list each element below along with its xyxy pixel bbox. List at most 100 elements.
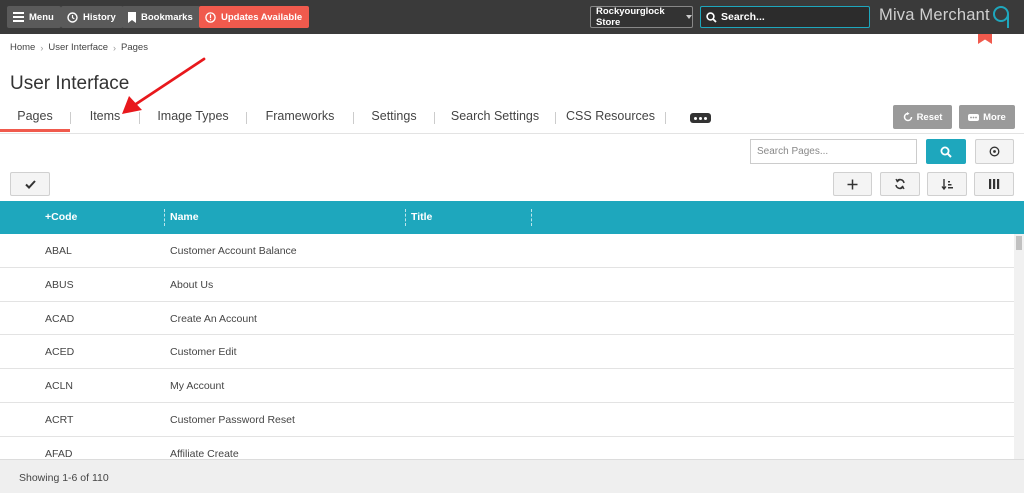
reset-icon — [903, 112, 912, 122]
cell-code: ABAL — [45, 245, 72, 257]
cell-name: Customer Account Balance — [170, 245, 297, 257]
tab-settings[interactable]: Settings — [354, 104, 434, 132]
hamburger-icon — [13, 12, 24, 22]
cell-name: About Us — [170, 278, 214, 291]
chevron-right-icon: › — [113, 42, 117, 53]
tab-label: Image Types — [157, 109, 229, 123]
store-name: Rockyourglock Store — [596, 6, 665, 28]
bookmark-ribbon-icon[interactable] — [978, 34, 992, 44]
miva-nine-logo-icon — [993, 6, 1009, 28]
grid-footer: Showing 1-6 of 110 — [0, 459, 1024, 493]
cell-code: ACED — [45, 346, 75, 359]
search-icon — [706, 11, 717, 23]
cell-code: ACAD — [45, 312, 75, 325]
cell-name: Create An Account — [170, 312, 257, 325]
plus-icon — [847, 179, 858, 189]
tab-label: Frameworks — [265, 109, 335, 123]
miva-logo-text: Miva Merchant — [879, 6, 990, 24]
history-button[interactable]: History — [61, 6, 123, 28]
breadcrumb-user-interface[interactable]: User Interface — [48, 42, 108, 53]
alert-icon — [205, 11, 216, 23]
sort-icon — [941, 179, 953, 190]
cell-code: AFAD — [45, 447, 73, 459]
tab-search-settings[interactable]: Search Settings — [435, 104, 555, 132]
search-pages-input[interactable] — [750, 139, 917, 164]
table-row[interactable]: ACRT Customer Password Reset — [0, 403, 1014, 437]
ellipsis-icon — [968, 113, 980, 121]
column-resize-handle[interactable] — [405, 209, 406, 226]
reset-label: Reset — [916, 111, 943, 123]
column-header-name[interactable]: Name — [170, 211, 199, 223]
refresh-button[interactable] — [880, 172, 920, 196]
grid-header: +Code Name Title — [0, 201, 1024, 234]
store-selector[interactable]: Rockyourglock Store — [590, 6, 693, 28]
tab-label: Items — [89, 109, 121, 123]
tab-label: Pages — [17, 109, 53, 123]
breadcrumb-home[interactable]: Home — [10, 42, 35, 53]
history-label: History — [83, 11, 116, 23]
table-row[interactable]: ABAL Customer Account Balance — [0, 234, 1014, 268]
cell-name: Customer Password Reset — [170, 413, 295, 426]
reset-button[interactable]: Reset — [893, 105, 952, 129]
tab-divider — [665, 112, 666, 124]
cell-code: ACLN — [45, 380, 74, 393]
breadcrumb: Home › User Interface › Pages — [10, 42, 148, 53]
column-header-title[interactable]: Title — [411, 211, 432, 223]
refresh-icon — [895, 178, 905, 190]
cell-code: ACRT — [45, 413, 74, 426]
tab-pages[interactable]: Pages — [0, 104, 70, 132]
search-pages-button[interactable] — [926, 139, 966, 164]
grid-scrollbar[interactable] — [1014, 234, 1024, 459]
table-row[interactable]: ACED Customer Edit — [0, 335, 1014, 370]
global-search[interactable] — [700, 6, 870, 28]
column-header-code[interactable]: +Code — [45, 211, 77, 223]
column-resize-handle[interactable] — [164, 209, 165, 226]
tab-label: CSS Resources — [566, 109, 655, 123]
tab-items[interactable]: Items — [71, 104, 139, 132]
showing-count: Showing 1-6 of 110 — [19, 472, 109, 484]
tab-bar: Pages Items Image Types Frameworks Setti… — [0, 104, 666, 132]
tab-underline-rule — [0, 133, 1024, 134]
menu-button[interactable]: Menu — [7, 6, 61, 28]
tab-image-types[interactable]: Image Types — [140, 104, 246, 132]
table-row[interactable]: ACLN My Account — [0, 369, 1014, 403]
page-title: User Interface — [10, 73, 130, 94]
columns-button[interactable] — [974, 172, 1014, 196]
search-icon — [940, 146, 952, 158]
breadcrumb-pages: Pages — [121, 42, 148, 53]
cell-name: Affiliate Create — [170, 447, 239, 459]
columns-icon — [989, 179, 1000, 189]
chevron-right-icon: › — [40, 42, 44, 53]
bookmarks-label: Bookmarks — [141, 11, 193, 23]
cell-name: Customer Edit — [170, 346, 237, 359]
updates-label: Updates Available — [221, 11, 303, 23]
caret-down-icon — [686, 15, 692, 19]
table-row[interactable]: ACAD Create An Account — [0, 302, 1014, 336]
grid-body: ABAL Customer Account Balance ABUS About U… — [0, 234, 1014, 459]
target-icon — [989, 146, 1000, 157]
top-bar: Menu History Bookmarks Updates Available… — [0, 0, 1024, 34]
cell-code: ABUS — [45, 278, 74, 291]
column-resize-handle[interactable] — [531, 209, 532, 226]
cell-name: My Account — [170, 380, 225, 393]
search-options-button[interactable] — [975, 139, 1014, 164]
updates-available-button[interactable]: Updates Available — [199, 6, 310, 28]
tab-label: Search Settings — [450, 109, 540, 123]
sort-button[interactable] — [927, 172, 967, 196]
tab-css-resources[interactable]: CSS Resources — [556, 104, 665, 132]
tab-frameworks[interactable]: Frameworks — [247, 104, 353, 132]
more-tabs-ellipsis-icon[interactable] — [690, 113, 711, 123]
global-search-input[interactable] — [721, 11, 861, 23]
more-label: More — [983, 111, 1006, 123]
tab-label: Settings — [371, 109, 417, 123]
more-button[interactable]: More — [959, 105, 1015, 129]
add-button[interactable] — [833, 172, 872, 196]
select-all-button[interactable] — [10, 172, 50, 196]
bookmark-icon — [128, 11, 136, 23]
scrollbar-thumb[interactable] — [1016, 236, 1022, 250]
clock-icon — [67, 11, 78, 23]
table-row[interactable]: AFAD Affiliate Create — [0, 437, 1014, 459]
checkmark-icon — [24, 179, 36, 189]
bookmarks-button[interactable]: Bookmarks — [122, 6, 200, 28]
table-row[interactable]: ABUS About Us — [0, 268, 1014, 302]
